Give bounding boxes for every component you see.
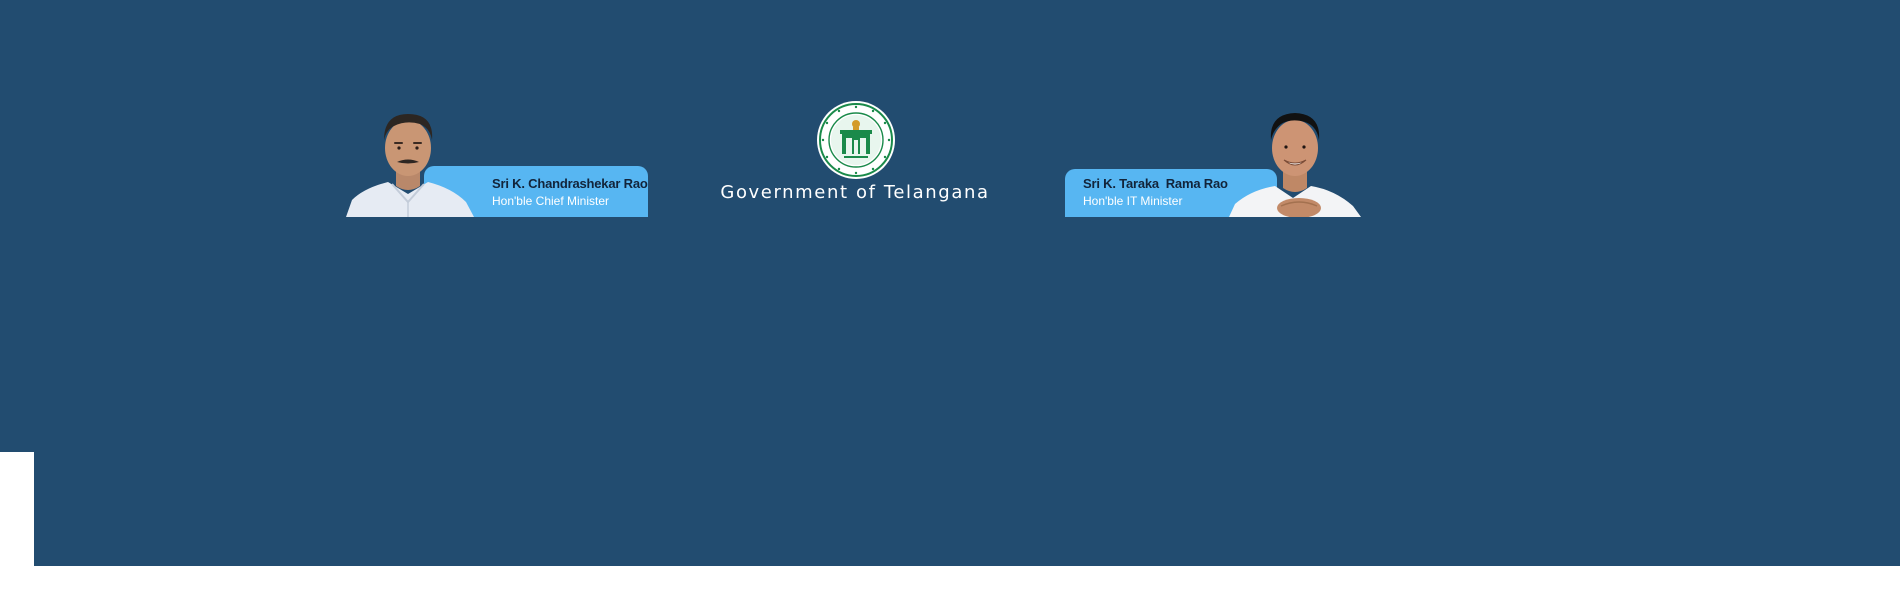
it-minister-role: Hon'ble IT Minister bbox=[1083, 194, 1183, 208]
government-brand: Government of Telangana bbox=[700, 100, 1010, 210]
chief-minister-card: Sri K. Chandrashekar Rao Hon'ble Chief M… bbox=[344, 110, 648, 217]
it-minister-portrait bbox=[1229, 113, 1361, 217]
chief-minister-name: Sri K. Chandrashekar Rao bbox=[492, 176, 648, 191]
header-banner: Sri K. Chandrashekar Rao Hon'ble Chief M… bbox=[0, 0, 1900, 566]
page: Sri K. Chandrashekar Rao Hon'ble Chief M… bbox=[0, 0, 1900, 600]
corner-gap bbox=[0, 452, 34, 566]
chief-minister-role: Hon'ble Chief Minister bbox=[492, 194, 610, 208]
chief-minister-portrait bbox=[346, 114, 474, 217]
page-title: Government of Telangana bbox=[720, 182, 990, 203]
it-minister-card: Sri K. Taraka Rama Rao Hon'ble IT Minist… bbox=[1065, 110, 1361, 217]
state-emblem-icon bbox=[817, 101, 895, 179]
it-minister-name: Sri K. Taraka Rama Rao bbox=[1083, 176, 1228, 191]
